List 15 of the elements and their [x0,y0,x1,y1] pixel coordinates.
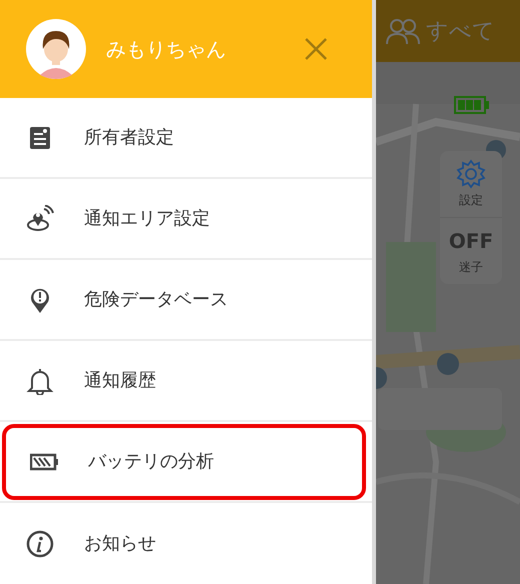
menu-item[interactable]: 所有者設定 [4,100,368,176]
avatar-icon [26,19,86,79]
menu-item[interactable]: バッテリの分析 [2,424,366,500]
menu-item[interactable]: お知らせ [4,506,368,582]
menu-item[interactable]: 危険データベース [4,262,368,338]
location-signal-icon [26,204,54,232]
info-icon [26,530,54,558]
people-icon[interactable] [386,17,420,45]
menu-item[interactable]: 通知履歴 [4,342,368,418]
user-name: みもりちゃん [106,36,227,63]
battery-icon [454,96,490,114]
menu-item[interactable]: 通知エリア設定 [4,180,368,256]
settings-icon [456,159,486,189]
bell-icon [26,366,54,394]
close-icon[interactable] [304,37,328,61]
